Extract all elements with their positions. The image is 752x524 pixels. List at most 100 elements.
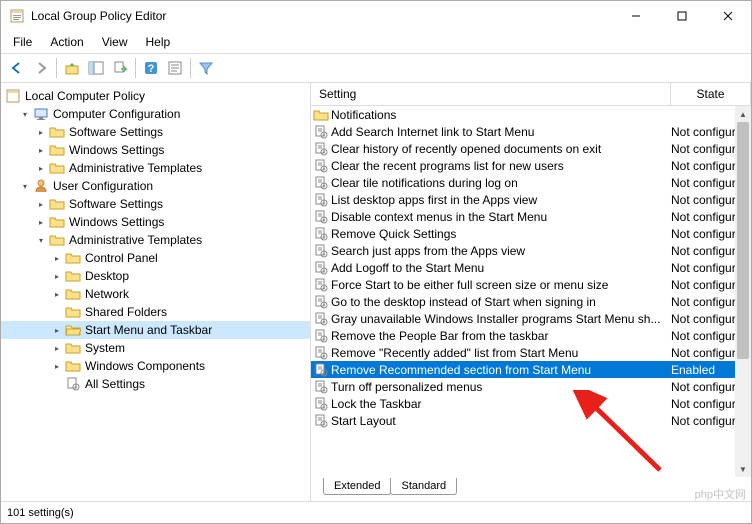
collapse-icon[interactable]: ▾ [19, 108, 31, 120]
expand-icon[interactable]: ▸ [51, 324, 63, 336]
tab-standard[interactable]: Standard [390, 478, 457, 495]
list-row[interactable]: Turn off personalized menusNot configur [311, 378, 751, 395]
tree-system[interactable]: ▸ System [1, 339, 310, 357]
list-row[interactable]: Remove the People Bar from the taskbarNo… [311, 327, 751, 344]
setting-name: Clear tile notifications during log on [331, 176, 518, 190]
tree-windows-components[interactable]: ▸ Windows Components [1, 357, 310, 375]
list-row[interactable]: Lock the TaskbarNot configur [311, 395, 751, 412]
tree-network[interactable]: ▸ Network [1, 285, 310, 303]
properties-button[interactable] [163, 56, 187, 80]
list-body[interactable]: Notifications Add Search Internet link t… [311, 106, 751, 477]
tree-root[interactable]: Local Computer Policy [1, 87, 310, 105]
tree-label: Windows Components [85, 359, 205, 373]
tree-all-settings[interactable]: All Settings [1, 375, 310, 393]
svg-text:?: ? [148, 63, 155, 75]
filter-button[interactable] [194, 56, 218, 80]
tree-desktop[interactable]: ▸ Desktop [1, 267, 310, 285]
column-setting[interactable]: Setting [311, 83, 671, 105]
tree-computer-config[interactable]: ▾ Computer Configuration [1, 105, 310, 123]
back-button[interactable] [5, 56, 29, 80]
list-row[interactable]: Search just apps from the Apps viewNot c… [311, 242, 751, 259]
tree-label: Start Menu and Taskbar [85, 323, 212, 337]
setting-icon [313, 345, 329, 361]
list-row[interactable]: Clear the recent programs list for new u… [311, 157, 751, 174]
expand-icon[interactable]: ▸ [35, 198, 47, 210]
tree-windows-settings-uc[interactable]: ▸ Windows Settings [1, 213, 310, 231]
expand-icon[interactable]: ▸ [35, 144, 47, 156]
expand-icon[interactable]: ▸ [51, 252, 63, 264]
tab-extended[interactable]: Extended [323, 478, 391, 495]
collapse-icon[interactable]: ▾ [35, 234, 47, 246]
list-row[interactable]: Add Logoff to the Start MenuNot configur [311, 259, 751, 276]
up-button[interactable] [60, 56, 84, 80]
vertical-scrollbar[interactable]: ▲ ▼ [735, 106, 751, 477]
list-row[interactable]: List desktop apps first in the Apps view… [311, 191, 751, 208]
scroll-thumb[interactable] [737, 122, 749, 359]
expand-icon[interactable]: ▸ [35, 162, 47, 174]
tree-windows-settings[interactable]: ▸ Windows Settings [1, 141, 310, 159]
toolbar: ? [1, 53, 751, 83]
list-row[interactable]: Remove Recommended section from Start Me… [311, 361, 751, 378]
tree-start-menu-taskbar[interactable]: ▸ Start Menu and Taskbar [1, 321, 310, 339]
export-list-button[interactable] [108, 56, 132, 80]
menu-file[interactable]: File [5, 33, 40, 51]
expand-icon[interactable]: ▸ [51, 288, 63, 300]
tree-pane[interactable]: Local Computer Policy ▾ Computer Configu… [1, 83, 311, 501]
tree-software-settings[interactable]: ▸ Software Settings [1, 123, 310, 141]
expand-icon[interactable]: ▸ [51, 342, 63, 354]
collapse-icon[interactable]: ▾ [19, 180, 31, 192]
tree-user-config[interactable]: ▾ User Configuration [1, 177, 310, 195]
list-row[interactable]: Force Start to be either full screen siz… [311, 276, 751, 293]
list-row[interactable]: Disable context menus in the Start MenuN… [311, 208, 751, 225]
setting-icon [313, 124, 329, 140]
setting-icon [313, 141, 329, 157]
expand-icon[interactable]: ▸ [35, 126, 47, 138]
user-icon [33, 178, 49, 194]
menu-help[interactable]: Help [138, 33, 179, 51]
column-state[interactable]: State [671, 83, 751, 105]
watermark-text: php中文网 [695, 486, 746, 502]
tree-control-panel[interactable]: ▸ Control Panel [1, 249, 310, 267]
help-button[interactable]: ? [139, 56, 163, 80]
expand-icon[interactable]: ▸ [35, 216, 47, 228]
app-icon [9, 8, 25, 24]
settings-icon [65, 376, 81, 392]
menu-view[interactable]: View [94, 33, 136, 51]
tree-shared-folders[interactable]: Shared Folders [1, 303, 310, 321]
setting-icon [313, 158, 329, 174]
folder-icon [49, 214, 65, 230]
tree-label: Windows Settings [69, 143, 164, 157]
folder-icon [49, 142, 65, 158]
list-row[interactable]: Go to the desktop instead of Start when … [311, 293, 751, 310]
maximize-button[interactable] [659, 1, 705, 31]
list-row[interactable]: Start LayoutNot configur [311, 412, 751, 429]
forward-button[interactable] [29, 56, 53, 80]
tree-software-settings-uc[interactable]: ▸ Software Settings [1, 195, 310, 213]
list-row[interactable]: Gray unavailable Windows Installer progr… [311, 310, 751, 327]
expand-icon[interactable]: ▸ [51, 270, 63, 282]
folder-icon [49, 124, 65, 140]
list-row[interactable]: Clear tile notifications during log onNo… [311, 174, 751, 191]
minimize-button[interactable] [613, 1, 659, 31]
setting-icon [313, 328, 329, 344]
show-hide-tree-button[interactable] [84, 56, 108, 80]
tree-label: Windows Settings [69, 215, 164, 229]
list-row[interactable]: Remove Quick SettingsNot configur [311, 225, 751, 242]
setting-name: Add Logoff to the Start Menu [331, 261, 484, 275]
scroll-down-icon[interactable]: ▼ [735, 461, 751, 477]
tree-admin-templates-uc[interactable]: ▾ Administrative Templates [1, 231, 310, 249]
list-row[interactable]: Clear history of recently opened documen… [311, 140, 751, 157]
list-row[interactable]: Remove "Recently added" list from Start … [311, 344, 751, 361]
list-row-folder[interactable]: Notifications [311, 106, 751, 123]
setting-icon [313, 260, 329, 276]
expand-icon[interactable]: ▸ [51, 360, 63, 372]
setting-name: Notifications [331, 108, 396, 122]
scroll-up-icon[interactable]: ▲ [735, 106, 751, 122]
tree-admin-templates[interactable]: ▸ Administrative Templates [1, 159, 310, 177]
close-button[interactable] [705, 1, 751, 31]
list-row[interactable]: Add Search Internet link to Start MenuNo… [311, 123, 751, 140]
setting-icon [313, 175, 329, 191]
setting-name: Remove the People Bar from the taskbar [331, 329, 548, 343]
folder-icon [65, 268, 81, 284]
menu-action[interactable]: Action [42, 33, 91, 51]
